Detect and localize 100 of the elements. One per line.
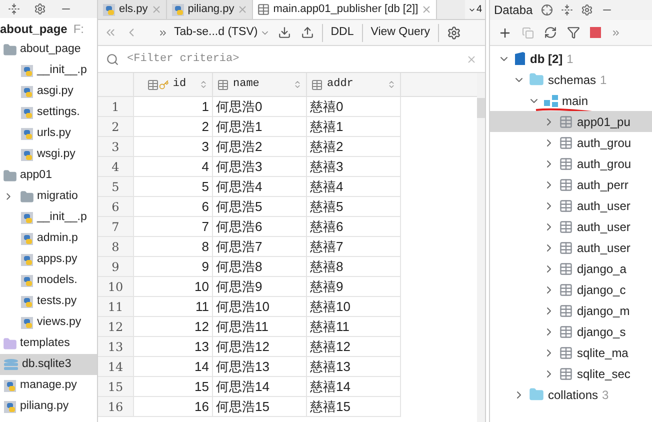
project-tree-item[interactable]: __init__.p xyxy=(0,60,97,81)
table-cell: 8 xyxy=(134,237,213,257)
panel-title: Databa xyxy=(494,2,533,19)
collapse-icon[interactable] xyxy=(560,4,573,16)
more-icon[interactable] xyxy=(158,28,168,38)
table-cell: 5 xyxy=(134,177,213,197)
upload-icon[interactable] xyxy=(300,26,314,39)
database-tree-item[interactable]: django_a xyxy=(490,258,652,279)
project-tree-item[interactable]: piliang.py xyxy=(0,396,97,417)
database-tree-item[interactable]: sqlite_ma xyxy=(490,342,652,363)
database-tree-item[interactable]: auth_user xyxy=(490,195,652,216)
project-tree-item[interactable]: app01 xyxy=(0,165,97,186)
table-cell: 何思浩4 xyxy=(213,177,307,197)
filter-icon[interactable] xyxy=(567,26,580,39)
database-tree-item[interactable]: django_m xyxy=(490,300,652,321)
tree-label: collations xyxy=(548,386,598,404)
table-cell: 15 xyxy=(134,377,213,397)
database-tree-item[interactable]: auth_grou xyxy=(490,153,652,174)
tab-list-button[interactable]: 4 xyxy=(465,0,485,19)
folder-icon xyxy=(3,168,17,182)
download-icon[interactable] xyxy=(278,26,291,39)
file-name: db.sqlite3 xyxy=(22,356,72,372)
table-cell: 6 xyxy=(134,197,213,217)
row-number: 2 xyxy=(98,117,134,137)
column-header[interactable]: addr xyxy=(307,73,401,96)
project-tree-item[interactable]: migratio xyxy=(0,186,97,207)
database-icon xyxy=(3,358,19,372)
project-tree-item[interactable]: db.sqlite3 xyxy=(0,354,97,375)
tab-count: 4 xyxy=(476,3,482,17)
table-cell: 慈禧13 xyxy=(307,357,401,377)
table-cell: 4 xyxy=(134,157,213,177)
row-number: 16 xyxy=(98,397,134,417)
settings-icon[interactable] xyxy=(580,4,593,16)
row-number: 14 xyxy=(98,357,134,377)
key-column-icon xyxy=(146,78,169,90)
project-tree-item[interactable]: apps.py xyxy=(0,249,97,270)
database-tree-item[interactable]: auth_grou xyxy=(490,132,652,153)
add-icon[interactable] xyxy=(498,26,512,40)
database-tree-item[interactable]: db [2] 1 xyxy=(490,48,652,69)
database-tree-item[interactable]: django_s xyxy=(490,321,652,342)
refresh-icon[interactable] xyxy=(544,26,557,39)
sort-icon[interactable] xyxy=(199,80,208,89)
view-query-button[interactable]: View Query xyxy=(362,24,438,42)
database-tree-item[interactable]: auth_perr xyxy=(490,174,652,195)
project-tree-item[interactable]: manage.py xyxy=(0,375,97,396)
file-name: settings. xyxy=(37,104,80,120)
database-tree-item[interactable]: django_c xyxy=(490,279,652,300)
tree-label: django_m xyxy=(577,302,630,320)
tab-label: main.app01_publisher [db [2]] xyxy=(273,2,418,18)
project-tree-item[interactable]: models. xyxy=(0,270,97,291)
column-header[interactable]: id xyxy=(134,73,213,96)
project-tree-item[interactable]: wsgi.py xyxy=(0,144,97,165)
project-tree-item[interactable]: asgi.py xyxy=(0,81,97,102)
file-name: admin.p xyxy=(37,230,78,246)
database-tree-item[interactable]: main xyxy=(490,90,652,111)
tree-label: auth_perr xyxy=(577,176,628,194)
project-tree-item[interactable]: templates xyxy=(0,333,97,354)
settings-icon[interactable] xyxy=(446,26,461,40)
tree-label: django_a xyxy=(577,260,626,278)
editor-tab[interactable]: els.py xyxy=(98,0,167,19)
editor-tab[interactable]: piliang.py xyxy=(166,0,254,19)
row-number: 5 xyxy=(98,177,134,197)
scrollbar[interactable] xyxy=(477,73,485,422)
editor-tab[interactable]: main.app01_publisher [db [2]] xyxy=(253,0,438,19)
project-tree-item[interactable]: admin.p xyxy=(0,228,97,249)
project-tree-item[interactable]: __init__.p xyxy=(0,207,97,228)
table-icon xyxy=(559,220,573,234)
project-tree-item[interactable]: views.py xyxy=(0,312,97,333)
row-number: 6 xyxy=(98,197,134,217)
database-tree-item[interactable]: collations 3 xyxy=(490,384,652,405)
row-number: 9 xyxy=(98,257,134,277)
locate-icon[interactable] xyxy=(540,4,553,16)
database-tree-item[interactable]: schemas 1 xyxy=(490,69,652,90)
collapse-icon[interactable] xyxy=(8,3,20,15)
format-dropdown[interactable]: Tab-se...d (TSV) xyxy=(174,24,270,42)
row-number: 8 xyxy=(98,237,134,257)
project-tree-item[interactable]: tests.py xyxy=(0,291,97,312)
database-tree-item[interactable]: auth_user xyxy=(490,216,652,237)
column-header[interactable]: name xyxy=(213,73,307,96)
table-cell: 何思浩6 xyxy=(213,217,307,237)
database-tree-item[interactable]: auth_user xyxy=(490,237,652,258)
settings-icon[interactable] xyxy=(34,3,46,15)
sort-icon[interactable] xyxy=(387,80,396,89)
ddl-button[interactable]: DDL xyxy=(322,24,362,42)
filter-field[interactable]: <Filter criteria> xyxy=(127,50,458,68)
database-tree-item[interactable]: sqlite_sec xyxy=(490,363,652,384)
table-cell: 何思浩3 xyxy=(213,157,307,177)
tree-label: sqlite_ma xyxy=(577,344,628,362)
more-icon[interactable] xyxy=(611,28,621,38)
sort-icon[interactable] xyxy=(293,80,302,89)
count-label: 3 xyxy=(602,386,609,404)
project-tree-item[interactable]: urls.py xyxy=(0,123,97,144)
project-tree-item[interactable]: settings. xyxy=(0,102,97,123)
project-tree-item[interactable]: about_page xyxy=(0,39,97,60)
database-icon xyxy=(514,52,526,66)
python-file-icon xyxy=(20,148,34,162)
count-label: 1 xyxy=(566,50,574,68)
table-icon xyxy=(559,240,573,254)
table-cell: 何思浩8 xyxy=(213,257,307,277)
database-tree-item[interactable]: app01_pu xyxy=(490,111,652,132)
